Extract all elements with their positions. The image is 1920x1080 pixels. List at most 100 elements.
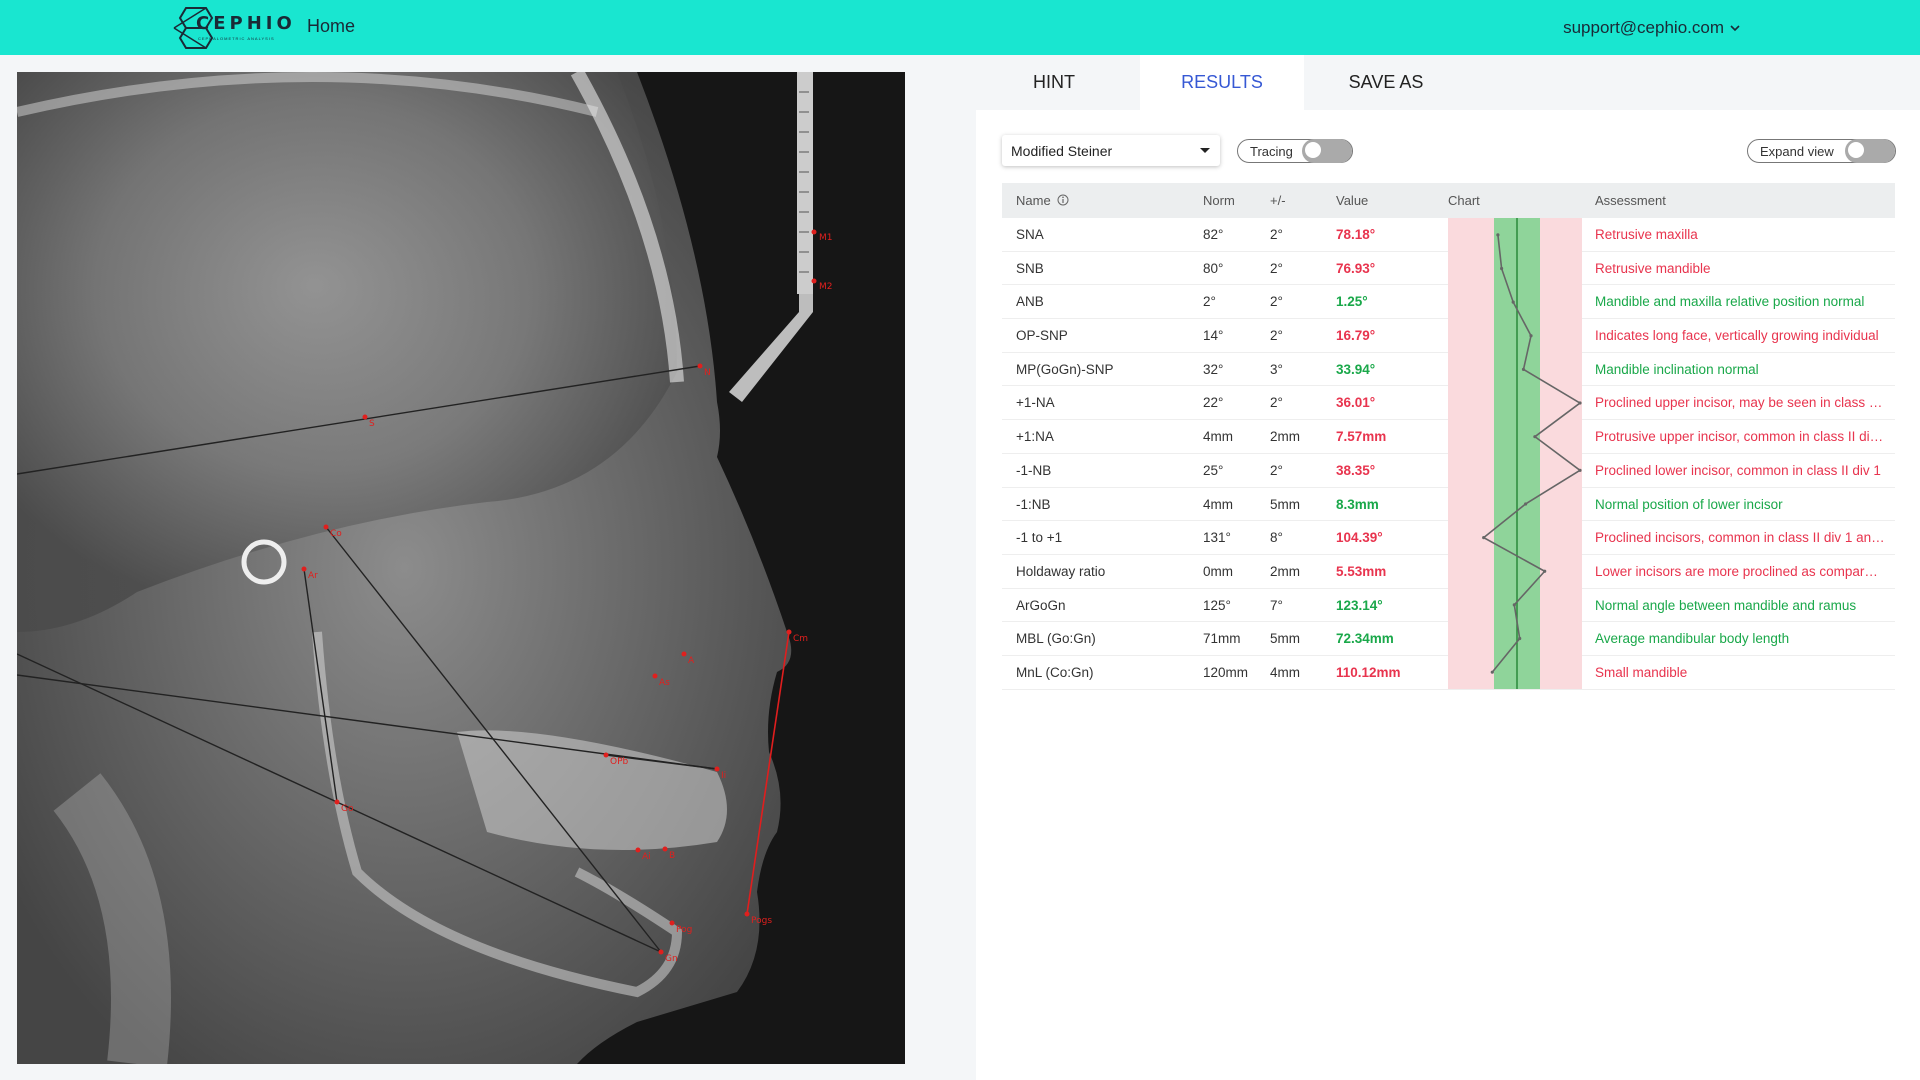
tab-bar: HINT RESULTS SAVE AS bbox=[976, 55, 1920, 110]
col-value: Value bbox=[1336, 193, 1369, 208]
row-tolerance: 2mm bbox=[1270, 563, 1300, 579]
row-value: 78.18° bbox=[1336, 227, 1376, 242]
tracing-toggle-label: Tracing bbox=[1250, 143, 1293, 159]
tab-results[interactable]: RESULTS bbox=[1140, 55, 1304, 110]
row-norm: 131° bbox=[1203, 530, 1231, 546]
row-tolerance: 2° bbox=[1270, 294, 1283, 310]
col-norm: Norm bbox=[1203, 193, 1235, 208]
svg-text:Gn: Gn bbox=[665, 954, 678, 964]
row-assessment: Normal position of lower incisor bbox=[1595, 496, 1783, 512]
tab-save-as[interactable]: SAVE AS bbox=[1304, 55, 1468, 110]
row-value: 7.57mm bbox=[1336, 429, 1387, 445]
user-email: support@cephio.com bbox=[1563, 18, 1724, 37]
row-name: ANB bbox=[1016, 294, 1044, 310]
row-value: 72.34mm bbox=[1336, 631, 1394, 647]
row-name: MP(GoGn)-SNP bbox=[1016, 361, 1114, 377]
chart-point-2 bbox=[1511, 300, 1515, 304]
row-norm: 0mm bbox=[1203, 563, 1233, 579]
row-assessment: Small mandible bbox=[1595, 664, 1688, 680]
row-norm: 25° bbox=[1203, 462, 1224, 478]
svg-text:N: N bbox=[704, 368, 711, 378]
svg-text:Pog: Pog bbox=[676, 925, 692, 935]
svg-text:Ai: Ai bbox=[642, 852, 651, 862]
chart-point-0 bbox=[1496, 233, 1500, 237]
row-assessment: Proclined incisors, common in class II d… bbox=[1595, 530, 1885, 546]
row-assessment: Retrusive mandible bbox=[1595, 260, 1711, 276]
col-name-label: Name bbox=[1016, 193, 1051, 208]
toggle-knob bbox=[1848, 142, 1864, 158]
svg-text:Cm: Cm bbox=[793, 634, 808, 644]
chart-point-10 bbox=[1543, 569, 1547, 573]
row-tolerance: 2° bbox=[1270, 462, 1283, 478]
row-value: 36.01° bbox=[1336, 395, 1376, 411]
row-norm: 80° bbox=[1203, 260, 1224, 276]
analysis-select-value: Modified Steiner bbox=[1011, 142, 1113, 159]
row-tolerance: 2mm bbox=[1270, 429, 1300, 445]
chart-point-12 bbox=[1518, 636, 1522, 641]
row-value: 8.3mm bbox=[1336, 496, 1379, 512]
expand-view-label: Expand view bbox=[1760, 143, 1834, 159]
row-norm: 120mm bbox=[1203, 664, 1249, 680]
tracing-toggle[interactable]: Tracing bbox=[1237, 139, 1353, 163]
top-bar: CEPHIO CEPHALOMETRIC ANALYSIS Home suppo… bbox=[0, 0, 1920, 55]
row-norm: 82° bbox=[1203, 227, 1224, 242]
row-name: +1-NA bbox=[1016, 395, 1055, 411]
row-name: SNA bbox=[1016, 227, 1044, 242]
chart-point-8 bbox=[1524, 502, 1528, 506]
row-assessment: Retrusive maxilla bbox=[1595, 227, 1698, 242]
chart-point-7 bbox=[1578, 468, 1582, 472]
row-value: 76.93° bbox=[1336, 260, 1376, 276]
row-name: -1:NB bbox=[1016, 496, 1051, 512]
row-value: 5.53mm bbox=[1336, 563, 1387, 579]
svg-text:B: B bbox=[669, 851, 675, 861]
row-norm: 71mm bbox=[1203, 631, 1241, 647]
chart-point-6 bbox=[1533, 435, 1537, 439]
row-assessment: Mandible inclination normal bbox=[1595, 361, 1759, 377]
row-tolerance: 2° bbox=[1270, 395, 1283, 411]
chart-point-4 bbox=[1521, 367, 1526, 371]
user-menu[interactable]: support@cephio.com bbox=[1563, 18, 1740, 38]
row-tolerance: 5mm bbox=[1270, 496, 1300, 512]
xray-image: M1M2 NS ArCo AAs CmOPb GoB AiPog GnPogs … bbox=[15, 68, 905, 1068]
row-assessment: Lower incisors are more proclined as com… bbox=[1595, 563, 1885, 579]
chart-point-1 bbox=[1500, 266, 1504, 271]
svg-text:Pogs: Pogs bbox=[751, 916, 772, 926]
row-name: OP-SNP bbox=[1016, 328, 1068, 344]
svg-text:A: A bbox=[688, 656, 695, 666]
svg-text:OPb: OPb bbox=[610, 757, 629, 767]
cephalometric-xray-viewer[interactable]: M1 M2 NS Ar Co A As Cm OPb Go B Ai Pog Gn Pogs … bbox=[15, 68, 905, 1068]
info-icon[interactable] bbox=[1057, 194, 1069, 206]
svg-text:M2: M2 bbox=[819, 282, 833, 292]
row-assessment: Average mandibular body length bbox=[1595, 631, 1790, 647]
logo-text: CEPHIO bbox=[196, 13, 296, 34]
row-name: MnL (Co:Gn) bbox=[1016, 664, 1094, 680]
row-name: Holdaway ratio bbox=[1016, 563, 1106, 579]
row-tolerance: 4mm bbox=[1270, 664, 1300, 680]
analysis-select[interactable]: Modified Steiner bbox=[1002, 135, 1220, 166]
row-name: +1:NA bbox=[1016, 429, 1054, 445]
row-value: 16.79° bbox=[1336, 328, 1376, 344]
row-value: 38.35° bbox=[1336, 462, 1376, 478]
col-name[interactable]: Name bbox=[1016, 183, 1069, 218]
caret-down-icon bbox=[1200, 148, 1210, 153]
row-tolerance: 7° bbox=[1270, 597, 1283, 613]
row-assessment: Proclined lower incisor, common in class… bbox=[1595, 462, 1881, 478]
tab-hint[interactable]: HINT bbox=[976, 55, 1132, 110]
svg-text:Go: Go bbox=[341, 804, 354, 814]
deviation-chart bbox=[1448, 218, 1582, 689]
row-name: ArGoGn bbox=[1016, 597, 1066, 613]
row-name: MBL (Go:Gn) bbox=[1016, 631, 1096, 647]
row-norm: 4mm bbox=[1203, 429, 1233, 445]
row-norm: 32° bbox=[1203, 361, 1224, 377]
row-assessment: Proclined upper incisor, may be seen in … bbox=[1595, 395, 1885, 411]
chart-point-9 bbox=[1482, 536, 1486, 540]
row-norm: 2° bbox=[1203, 294, 1216, 310]
row-assessment: Normal angle between mandible and ramus bbox=[1595, 597, 1857, 613]
row-assessment: Protrusive upper incisor, common in clas… bbox=[1595, 429, 1885, 445]
row-tolerance: 2° bbox=[1270, 328, 1283, 344]
nav-home-link[interactable]: Home bbox=[307, 16, 355, 37]
row-norm: 22° bbox=[1203, 395, 1224, 411]
svg-text:Ar: Ar bbox=[308, 571, 318, 581]
row-value: 1.25° bbox=[1336, 294, 1368, 310]
expand-view-toggle[interactable]: Expand view bbox=[1747, 139, 1896, 163]
